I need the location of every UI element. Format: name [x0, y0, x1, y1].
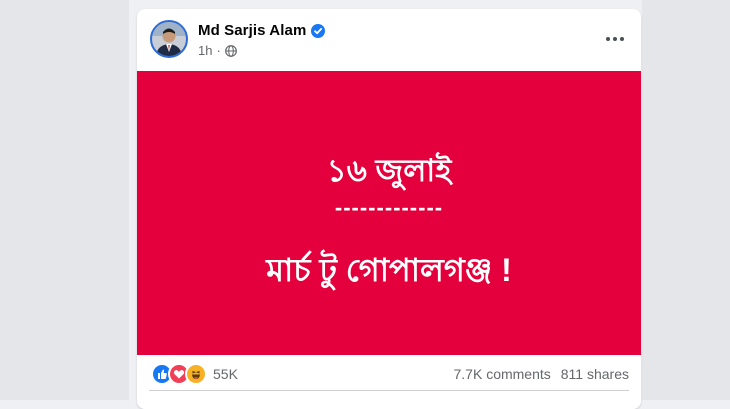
more-dot-icon [606, 37, 610, 41]
more-dot-icon [620, 37, 624, 41]
verified-badge-icon [311, 23, 326, 38]
meta-dot: · [216, 43, 221, 58]
post-footer: 55K 7.7K comments 811 shares [137, 355, 641, 391]
more-dot-icon [613, 37, 617, 41]
shares-count[interactable]: 811 shares [561, 366, 629, 382]
right-background [642, 0, 730, 400]
post-text-banner[interactable]: ১৬ জুলাই ------------- মার্চ টু গোপালগঞ্… [137, 71, 641, 355]
post-time[interactable]: 1h [198, 43, 212, 58]
globe-icon [224, 44, 237, 57]
haha-icon [185, 363, 207, 385]
post-card: Md Sarjis Alam 1h · ১৬ জুলাই -----------… [137, 9, 641, 409]
engagement-stats: 7.7K comments 811 shares [454, 366, 630, 382]
more-options-button[interactable] [603, 29, 627, 49]
comments-count[interactable]: 7.7K comments [454, 366, 551, 382]
avatar[interactable] [150, 20, 188, 58]
left-background [0, 0, 129, 400]
banner-separator: ------------- [334, 195, 444, 220]
reaction-count: 55K [213, 366, 238, 382]
footer-divider [149, 390, 629, 391]
banner-headline: মার্চ টু গোপালগঞ্জ ! [266, 252, 512, 288]
reactions-summary[interactable]: 55K [151, 363, 238, 385]
banner-date: ১৬ জুলাই [326, 153, 452, 188]
post-header: Md Sarjis Alam 1h · [137, 9, 641, 71]
author-name[interactable]: Md Sarjis Alam [198, 22, 306, 39]
